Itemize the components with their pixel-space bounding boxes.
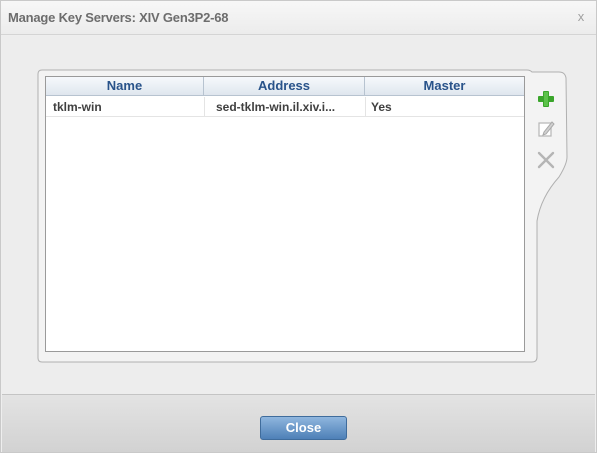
cell-address: sed-tklm-win.il.xiv.i... — [216, 100, 336, 114]
add-server-button[interactable] — [536, 89, 556, 109]
column-header-address[interactable]: Address — [204, 77, 365, 96]
manage-key-servers-dialog: Manage Key Servers: XIV Gen3P2-68 x Name… — [0, 0, 597, 453]
table-header: Name Address Master — [46, 77, 524, 96]
dialog-titlebar: Manage Key Servers: XIV Gen3P2-68 x — [1, 1, 596, 35]
dialog-title: Manage Key Servers: XIV Gen3P2-68 — [8, 10, 229, 25]
column-header-name[interactable]: Name — [46, 77, 204, 96]
column-header-master[interactable]: Master — [365, 77, 524, 96]
delete-icon — [537, 151, 555, 169]
close-icon[interactable]: x — [573, 9, 589, 25]
row-divider — [204, 97, 205, 117]
table-row[interactable]: tklm-win sed-tklm-win.il.xiv.i... Yes — [46, 97, 524, 117]
edit-icon — [538, 121, 555, 137]
cell-name: tklm-win — [53, 100, 102, 114]
cell-master: Yes — [371, 100, 392, 114]
plus-icon — [538, 91, 554, 107]
close-button[interactable]: Close — [260, 416, 347, 440]
key-servers-table: Name Address Master tklm-win sed-tklm-wi… — [45, 76, 525, 352]
delete-server-button[interactable] — [536, 150, 556, 170]
row-divider — [365, 97, 366, 117]
edit-server-button[interactable] — [536, 119, 556, 139]
